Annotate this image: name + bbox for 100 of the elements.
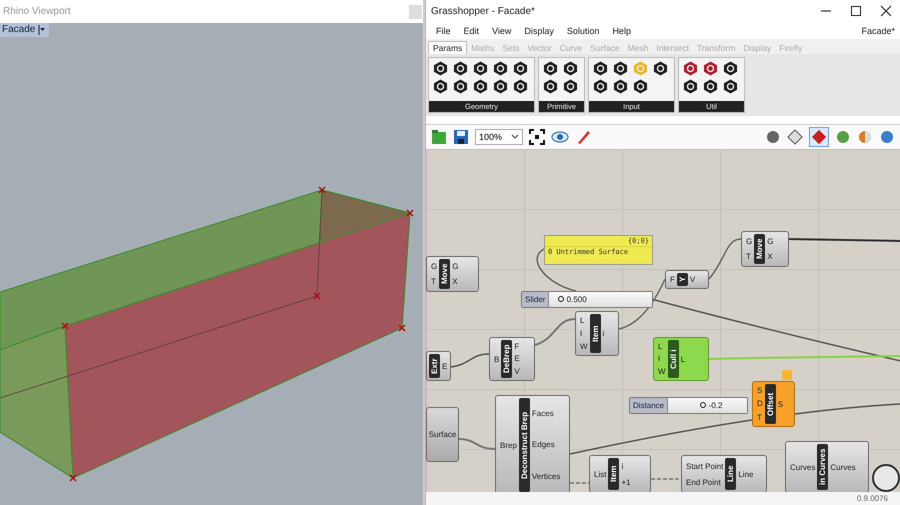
component-icon[interactable] — [433, 61, 448, 76]
component-icon[interactable] — [593, 61, 608, 76]
component-icon[interactable] — [473, 61, 488, 76]
component-icon[interactable] — [513, 79, 528, 94]
component-icon[interactable] — [543, 61, 558, 76]
caret-icon[interactable] — [38, 24, 46, 34]
menu-item[interactable]: Help — [612, 26, 631, 36]
component-name: Deconstruct Brep — [518, 398, 530, 492]
zoom-extents-icon[interactable] — [529, 129, 545, 145]
component-node[interactable]: L I W Item i — [575, 311, 619, 356]
component-icon[interactable] — [723, 79, 738, 94]
input-label: L — [658, 342, 664, 351]
slider-knob[interactable] — [700, 402, 706, 408]
input-label: Start Point — [686, 462, 724, 470]
component-icon[interactable] — [493, 79, 508, 94]
input-label: D — [757, 399, 763, 408]
parameter-label: Surface — [428, 430, 456, 439]
input-label: T — [746, 252, 752, 261]
wire — [458, 438, 496, 450]
folder-icon[interactable] — [431, 129, 447, 145]
menu-item[interactable]: Display — [524, 26, 554, 36]
slider-track[interactable]: 0.500 — [549, 292, 652, 307]
eye-icon[interactable] — [551, 130, 569, 144]
input-label: W — [580, 342, 588, 351]
viewport-tab[interactable]: Facade — [0, 23, 50, 37]
navigation-wheel-icon[interactable] — [871, 463, 900, 492]
component-icon[interactable] — [473, 79, 488, 94]
component-icon[interactable] — [613, 61, 628, 76]
component-icon[interactable] — [703, 79, 718, 94]
wire — [450, 353, 490, 368]
component-name: Move — [439, 259, 450, 289]
output-label: G — [767, 237, 774, 246]
input-label: G — [746, 237, 752, 246]
maximize-icon[interactable] — [850, 5, 862, 17]
menu-item[interactable]: Edit — [464, 26, 480, 36]
component-icon[interactable] — [513, 61, 528, 76]
output-label: E — [514, 354, 520, 364]
input-label: Brep — [500, 440, 517, 450]
selected-component-node[interactable]: L I W Cull i L — [653, 337, 709, 381]
component-icon[interactable] — [493, 61, 508, 76]
component-icon[interactable] — [593, 79, 608, 94]
sphere-icon[interactable] — [765, 129, 781, 145]
input-label: T — [431, 277, 437, 286]
diamond-icon[interactable] — [809, 127, 829, 147]
close-icon[interactable] — [880, 5, 892, 17]
component-node[interactable]: Curves in Curves Curves — [785, 441, 869, 492]
zoom-dropdown[interactable]: 100% — [475, 129, 523, 145]
menu-item[interactable]: File — [436, 26, 451, 36]
component-icon[interactable] — [543, 79, 558, 94]
component-icon[interactable] — [683, 61, 698, 76]
component-icon[interactable] — [453, 61, 468, 76]
output-label: F — [514, 342, 520, 351]
output-label: Curves — [830, 462, 856, 472]
component-node[interactable]: Extr E — [426, 351, 451, 381]
component-name: Move — [754, 234, 766, 264]
input-label: B — [494, 354, 500, 364]
wire — [534, 318, 576, 346]
component-icon[interactable] — [703, 61, 718, 76]
slider-knob[interactable] — [558, 296, 564, 302]
output-label: X — [452, 277, 458, 286]
pen-icon[interactable] — [575, 129, 591, 145]
output-label: S — [778, 400, 784, 408]
component-icon[interactable] — [683, 79, 698, 94]
ball-icon[interactable] — [879, 129, 895, 145]
save-icon[interactable] — [453, 129, 469, 145]
component-name: DeBrep — [501, 340, 512, 378]
half-sphere-icon[interactable] — [857, 129, 873, 145]
output-label: Vertices — [532, 472, 560, 481]
output-label: X — [767, 252, 774, 261]
wire — [651, 478, 681, 480]
component-icon[interactable] — [653, 61, 668, 76]
menu-item[interactable]: View — [492, 26, 512, 36]
output-label: Line — [738, 470, 754, 478]
component-icon[interactable] — [633, 79, 648, 94]
input-label: List — [594, 470, 606, 478]
component-name: Y — [676, 273, 688, 286]
output-label: +1 — [621, 478, 631, 486]
window-title: Grasshopper - Facade* — [431, 6, 535, 16]
parameter-node[interactable]: Surface — [426, 407, 459, 462]
component-name: Item — [608, 458, 620, 490]
output-label: V — [690, 275, 696, 284]
input-label: I — [658, 354, 662, 364]
menu-item[interactable]: Solution — [566, 26, 600, 36]
output-label: i — [621, 462, 624, 470]
output-label: G — [452, 262, 458, 271]
ribbon-tab[interactable]: Params — [428, 41, 468, 54]
component-icon[interactable] — [453, 79, 468, 94]
slider-track[interactable]: -0.2 — [668, 398, 747, 413]
component-node[interactable]: F Y V — [665, 270, 709, 289]
component-icon[interactable] — [563, 79, 578, 94]
output-label: V — [514, 367, 520, 376]
shaded-sphere-icon[interactable] — [835, 129, 851, 145]
component-icon[interactable] — [563, 61, 578, 76]
chevron-down-icon — [511, 134, 519, 140]
component-icon[interactable] — [723, 61, 738, 76]
component-icon[interactable] — [433, 79, 448, 94]
wire — [708, 238, 742, 280]
warning-balloon-icon — [782, 370, 792, 380]
component-icon[interactable] — [613, 79, 628, 94]
output-label: Edges — [532, 440, 556, 450]
